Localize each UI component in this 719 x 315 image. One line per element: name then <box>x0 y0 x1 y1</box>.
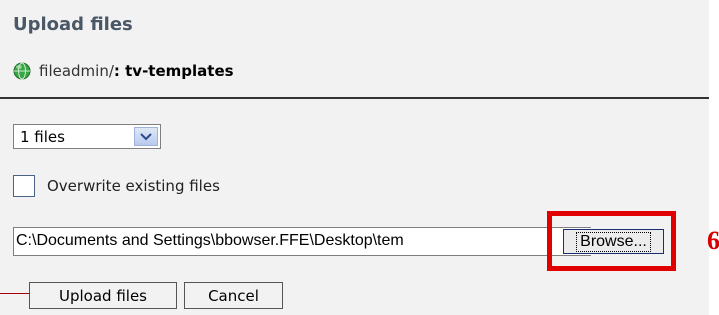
overwrite-label: Overwrite existing files <box>47 177 220 195</box>
file-path-input[interactable]: C:\Documents and Settings\bbowser.FFE\De… <box>13 227 591 256</box>
browse-button[interactable]: Browse... <box>563 229 664 254</box>
globe-icon <box>13 62 31 80</box>
browse-label: Browse... <box>576 231 651 252</box>
path-prefix: fileadmin/ <box>39 62 114 80</box>
folder-path: fileadmin/ : tv-templates <box>13 62 234 80</box>
path-folder: : tv-templates <box>113 62 234 80</box>
upload-files-button[interactable]: Upload files <box>29 282 177 309</box>
annotation-line <box>0 293 30 294</box>
divider <box>0 97 709 99</box>
upload-panel: Upload files fileadmin/ : tv-templates 1… <box>0 0 709 315</box>
files-count-value: 1 files <box>20 127 65 146</box>
cancel-button[interactable]: Cancel <box>184 282 283 309</box>
chevron-down-icon[interactable] <box>134 127 158 146</box>
overwrite-row: Overwrite existing files <box>13 175 220 197</box>
files-count-select[interactable]: 1 files <box>13 124 161 149</box>
annotation-number: 6 <box>707 226 719 255</box>
page-title: Upload files <box>13 14 133 35</box>
overwrite-checkbox[interactable] <box>13 175 35 197</box>
